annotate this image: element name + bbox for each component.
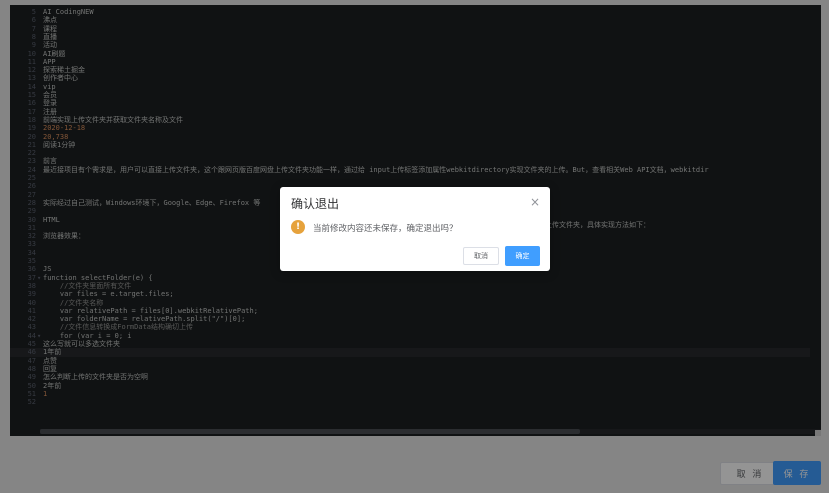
dialog-title: 确认退出: [291, 197, 340, 211]
warning-icon: !: [291, 220, 305, 234]
close-icon[interactable]: ×: [530, 195, 540, 209]
dialog-cancel-button[interactable]: 取消: [463, 247, 499, 265]
dialog-message: 当前修改内容还未保存，确定退出吗？: [313, 224, 458, 234]
dialog-confirm-button[interactable]: 确定: [505, 246, 540, 266]
